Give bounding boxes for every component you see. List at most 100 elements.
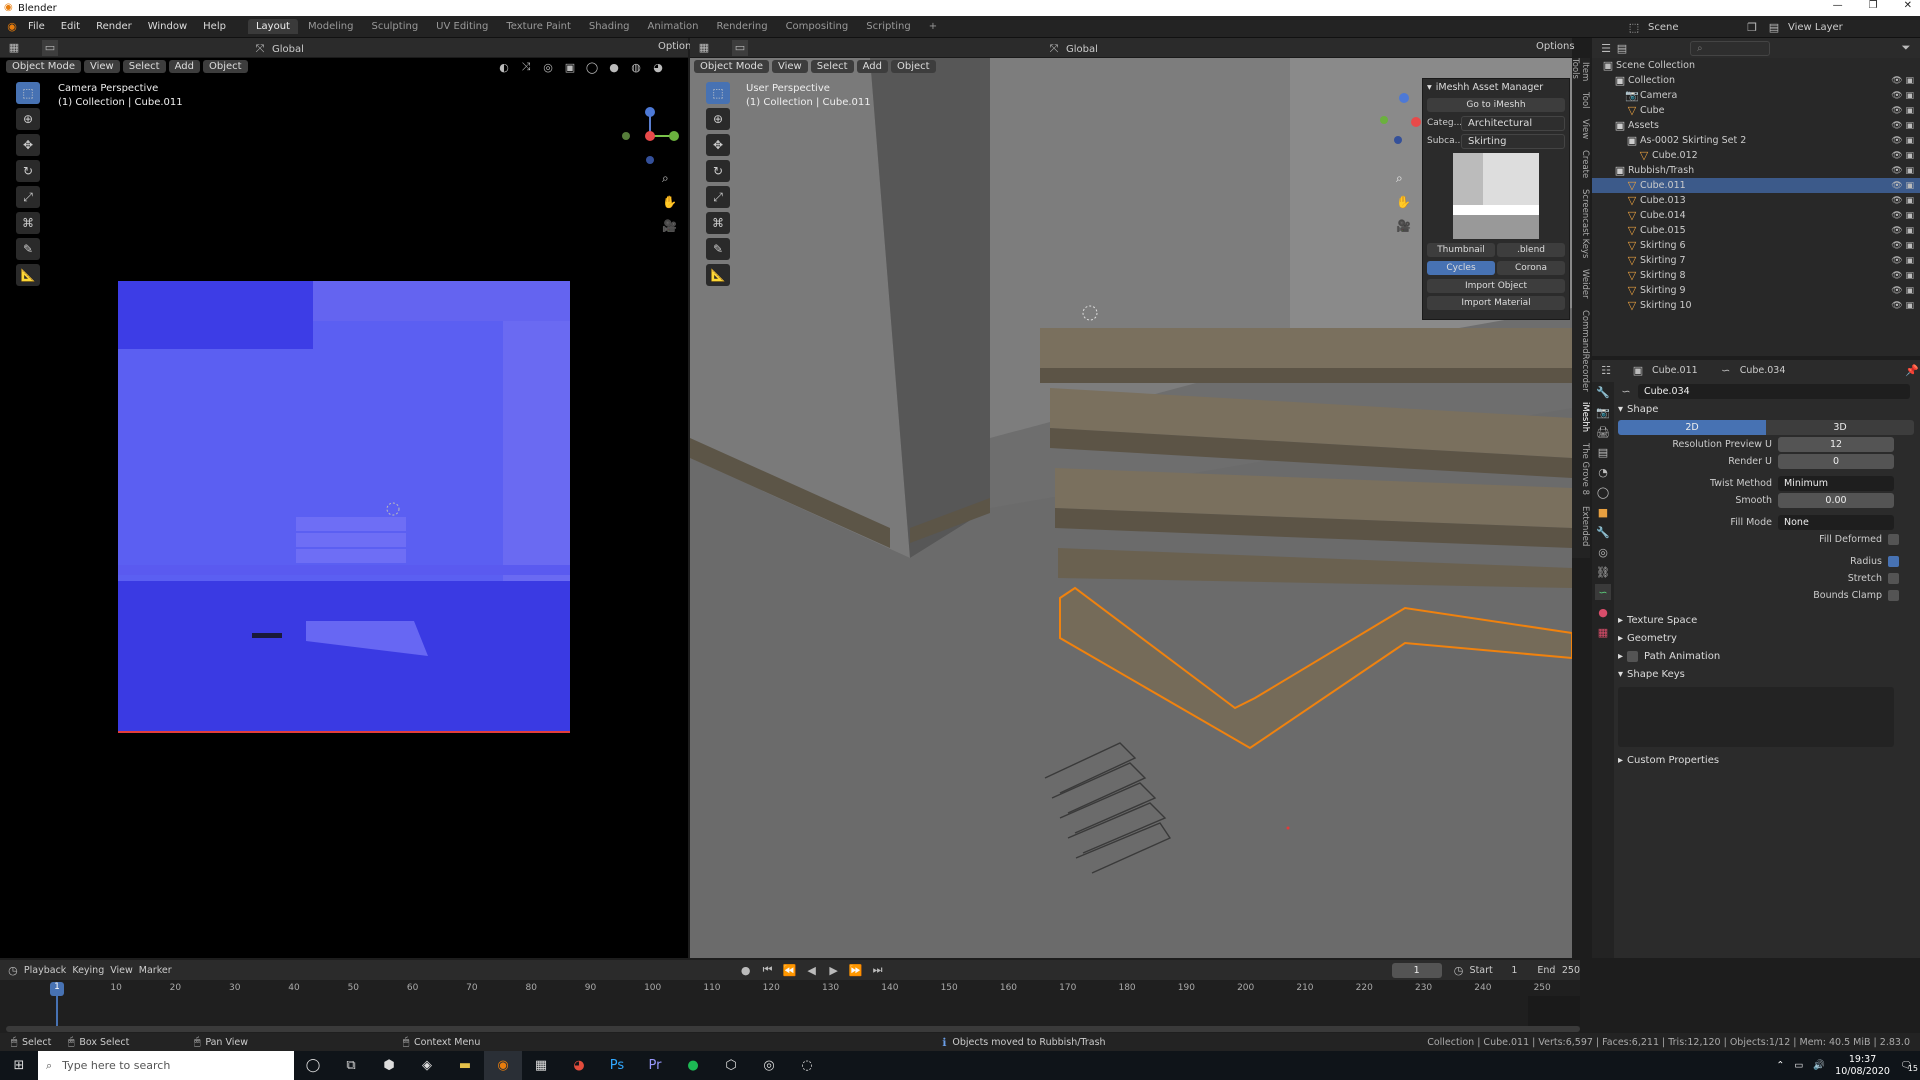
corona-button[interactable]: Corona — [1497, 261, 1565, 275]
cursor-icon[interactable]: ⊕ — [706, 108, 730, 130]
shape-panel-title[interactable]: Shape — [1627, 404, 1658, 415]
notification-icon[interactable]: 🗨 15 — [1900, 1060, 1918, 1073]
photoshop-icon[interactable]: Ps — [598, 1051, 636, 1080]
volume-icon[interactable]: 🔊 — [1813, 1060, 1825, 1071]
import-material-button[interactable]: Import Material — [1427, 296, 1565, 310]
editor-type-icon[interactable]: ▦ — [696, 40, 712, 56]
taskbar-search-input[interactable]: Type here to search — [62, 1059, 170, 1072]
shape-keys-list[interactable] — [1618, 687, 1894, 747]
blender-taskbar-icon[interactable]: ◉ — [484, 1051, 522, 1080]
annotate-icon[interactable]: ✎ — [16, 238, 40, 260]
fill-mode-dropdown[interactable]: None — [1778, 514, 1894, 530]
annotate-icon[interactable]: ✎ — [706, 238, 730, 260]
geometry-panel[interactable]: Geometry — [1627, 633, 1677, 644]
rotate-icon[interactable]: ↻ — [16, 160, 40, 182]
outliner-row-label[interactable]: Skirting 10 — [1640, 300, 1692, 311]
scene-tab-icon[interactable]: ◔ — [1595, 464, 1611, 480]
tab-modeling[interactable]: Modeling — [300, 19, 362, 34]
calculator-icon[interactable]: ▦ — [522, 1051, 560, 1080]
transform-orientation[interactable]: Global — [1066, 44, 1098, 55]
cursor-icon[interactable]: ⊕ — [16, 108, 40, 130]
visibility-toggles[interactable]: 👁 ▣ — [1891, 121, 1914, 131]
object-tab-icon[interactable]: ■ — [1595, 504, 1611, 520]
object-name[interactable]: Cube.011 — [1652, 365, 1698, 376]
world-tab-icon[interactable]: ◯ — [1595, 484, 1611, 500]
select-mode-icon[interactable]: ▭ — [42, 39, 58, 56]
visibility-toggles[interactable]: 👁 ▣ — [1891, 211, 1914, 221]
menu-select[interactable]: Select — [122, 59, 166, 73]
new-scene-icon[interactable]: ❐ — [1744, 19, 1760, 35]
radius-checkbox[interactable] — [1888, 555, 1899, 567]
blend-button[interactable]: .blend — [1497, 243, 1565, 257]
visibility-toggles[interactable]: 👁 ▣ — [1891, 196, 1914, 206]
texture-space-panel[interactable]: Texture Space — [1627, 615, 1697, 626]
expand-icon[interactable]: ▸ — [1618, 633, 1623, 644]
render-tab-icon[interactable]: 📷 — [1595, 404, 1611, 420]
menu-object[interactable]: Object — [890, 60, 936, 73]
output-tab-icon[interactable]: 🖨 — [1595, 424, 1611, 440]
menu-select[interactable]: Select — [810, 60, 854, 73]
expand-icon[interactable]: ▸ — [1618, 755, 1623, 766]
tab-rendering[interactable]: Rendering — [708, 19, 775, 34]
data-name[interactable]: Cube.034 — [1740, 365, 1786, 376]
outliner-row[interactable]: 📷 Camera 👁 ▣ — [1592, 88, 1920, 103]
visibility-toggles[interactable]: 👁 ▣ — [1891, 136, 1914, 146]
shading-material-icon[interactable]: ◍ — [628, 59, 644, 75]
measure-icon[interactable]: 📐 — [706, 264, 730, 286]
tab-weider[interactable]: Weider — [1580, 265, 1590, 303]
play-reverse-icon[interactable]: ◀ — [804, 962, 820, 978]
outliner-row-label[interactable]: Cube.014 — [1640, 210, 1686, 221]
maximize-button[interactable]: ❐ — [1869, 0, 1878, 11]
xray-icon[interactable]: ▣ — [562, 59, 578, 75]
file-explorer-icon[interactable]: ▬ — [446, 1051, 484, 1080]
outliner-row[interactable]: ▽ Skirting 6 👁 ▣ — [1592, 238, 1920, 253]
cycles-button[interactable]: Cycles — [1427, 261, 1495, 275]
app-icon-1[interactable]: ⬢ — [370, 1051, 408, 1080]
navigation-gizmo[interactable]: ⌕ ✋ 🎥 — [606, 82, 686, 232]
clock-date[interactable]: 10/08/2020 — [1835, 1066, 1890, 1078]
visibility-toggles[interactable]: 👁 ▣ — [1891, 241, 1914, 251]
outliner-row-label[interactable]: Skirting 7 — [1640, 255, 1686, 266]
custom-properties-panel[interactable]: Custom Properties — [1627, 755, 1719, 766]
tab-layout[interactable]: Layout — [247, 19, 298, 34]
app-icon-3[interactable]: ⬡ — [712, 1051, 750, 1080]
datablock-field[interactable]: Cube.034 — [1638, 383, 1910, 399]
editor-type-icon[interactable]: ☷ — [1598, 362, 1614, 378]
visibility-toggles[interactable]: 👁 ▣ — [1891, 226, 1914, 236]
menu-add[interactable]: Add — [168, 59, 200, 73]
visibility-toggles[interactable]: 👁 ▣ — [1891, 106, 1914, 116]
tab-texture-paint[interactable]: Texture Paint — [498, 19, 579, 34]
visibility-toggles[interactable]: 👁 ▣ — [1891, 256, 1914, 266]
shading-solid-icon[interactable]: ● — [606, 59, 622, 75]
jump-start-icon[interactable]: ⏮ — [760, 962, 776, 978]
visibility-toggles[interactable]: 👁 ▣ — [1891, 301, 1914, 311]
menu-help[interactable]: Help — [195, 21, 234, 32]
outliner-row[interactable]: ▽ Cube.014 👁 ▣ — [1592, 208, 1920, 223]
outliner-row-label[interactable]: Camera — [1640, 90, 1677, 101]
outliner-row-label[interactable]: Assets — [1628, 120, 1659, 131]
collapse-icon[interactable]: ▾ — [1618, 404, 1623, 415]
outliner-row-label[interactable]: Skirting 6 — [1640, 240, 1686, 251]
outliner-row[interactable]: ▣ Collection 👁 ▣ — [1592, 73, 1920, 88]
menu-marker[interactable]: Marker — [139, 965, 172, 976]
outliner-row[interactable]: ▽ Cube.011 👁 ▣ — [1592, 178, 1920, 193]
network-icon[interactable]: ▭ — [1794, 1060, 1803, 1071]
scale-icon[interactable]: ⤢ — [16, 186, 40, 208]
prev-key-icon[interactable]: ⏪ — [782, 962, 798, 978]
add-workspace-icon[interactable]: + — [921, 19, 945, 34]
overlay-icon[interactable]: ◎ — [540, 59, 556, 75]
rotate-icon[interactable]: ↻ — [706, 160, 730, 182]
scale-icon[interactable]: ⤢ — [706, 186, 730, 208]
record-icon[interactable]: ● — [738, 962, 754, 978]
play-icon[interactable]: ▶ — [826, 962, 842, 978]
tab-commandrecorder[interactable]: CommandRecorder — [1580, 306, 1590, 396]
gizmo-icon[interactable]: ⤨ — [518, 59, 534, 75]
fill-deformed-checkbox[interactable] — [1888, 533, 1899, 545]
app-icon-4[interactable]: ◎ — [750, 1051, 788, 1080]
view-layer-name[interactable]: View Layer — [1788, 22, 1878, 33]
editor-type-icon[interactable]: ◷ — [8, 962, 18, 978]
collapse-icon[interactable]: ▾ — [1618, 669, 1623, 680]
windows-start-icon[interactable]: ⊞ — [0, 1051, 38, 1080]
outliner-row-label[interactable]: Skirting 9 — [1640, 285, 1686, 296]
tray-chevron-icon[interactable]: ⌃ — [1776, 1060, 1784, 1071]
